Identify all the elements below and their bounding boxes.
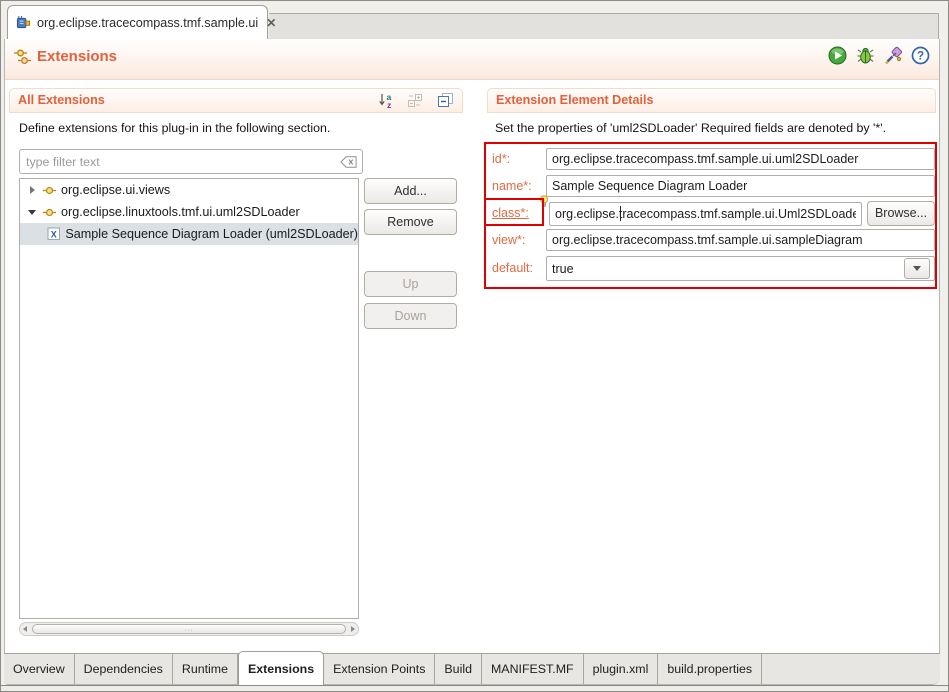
window-bottom-strip: [1, 686, 949, 692]
section-title: All Extensions: [10, 89, 105, 112]
svg-text:?: ?: [917, 51, 924, 63]
down-button[interactable]: Down: [364, 303, 457, 329]
name-field[interactable]: [546, 175, 935, 197]
extension-point-icon: [42, 205, 57, 220]
default-combo[interactable]: [546, 256, 935, 281]
class-field[interactable]: [549, 202, 862, 226]
editor-tab-title: org.eclipse.tracecompass.tmf.sample.ui: [37, 16, 258, 30]
page-title: Extensions: [37, 48, 117, 65]
scroll-right-icon[interactable]: [348, 626, 358, 632]
svg-text:z: z: [387, 100, 391, 109]
tree-item-label: org.eclipse.linuxtools.tmf.ui.uml2SDLoad…: [61, 205, 300, 219]
tab-extensions[interactable]: Extensions: [238, 651, 324, 685]
scroll-left-icon[interactable]: [20, 626, 30, 632]
tree-horizontal-scrollbar[interactable]: ∙∙∙: [19, 622, 359, 636]
extension-point-icon: [42, 183, 57, 198]
editor-tab-plugin-manifest[interactable]: org.eclipse.tracecompass.tmf.sample.ui ✕: [7, 5, 268, 39]
form-header: [5, 39, 939, 80]
scrollbar-thumb[interactable]: ∙∙∙: [32, 624, 346, 634]
svg-text:X: X: [51, 230, 57, 240]
tree-item-sample-sequence-diagram-loader[interactable]: X Sample Sequence Diagram Loader (uml2SD…: [20, 223, 358, 245]
tree-item-uml2sdloader-extension[interactable]: org.eclipse.linuxtools.tmf.ui.uml2SDLoad…: [20, 201, 358, 223]
class-label-link[interactable]: class*:: [492, 206, 529, 220]
tab-build-properties[interactable]: build.properties: [658, 654, 762, 684]
filter-input[interactable]: [20, 155, 339, 169]
clear-filter-icon[interactable]: [339, 155, 358, 169]
name-label: name*:: [492, 179, 532, 193]
editor-tabstrip: [269, 13, 939, 39]
default-label: default:: [492, 261, 533, 275]
view-label: view*:: [492, 233, 525, 247]
tab-manifest-mf[interactable]: MANIFEST.MF: [482, 654, 584, 684]
close-icon[interactable]: ✕: [266, 17, 276, 29]
editor-page-tabbar: Overview Dependencies Runtime Extensions…: [4, 653, 940, 684]
add-button[interactable]: Add...: [364, 178, 457, 204]
help-icon[interactable]: ?: [911, 46, 931, 66]
expand-arrow-icon[interactable]: [24, 186, 40, 194]
toggle-expand-icon[interactable]: [406, 92, 426, 110]
content-assist-lightbulb-icon: [539, 195, 549, 213]
up-button[interactable]: Up: [364, 271, 457, 297]
extensions-icon: [13, 47, 33, 71]
tab-plugin-xml[interactable]: plugin.xml: [584, 654, 659, 684]
remove-button[interactable]: Remove: [364, 209, 457, 235]
tab-runtime[interactable]: Runtime: [173, 654, 238, 684]
xml-element-icon: X: [47, 227, 61, 241]
extensions-tree[interactable]: org.eclipse.ui.views org.eclipse.linuxto…: [19, 178, 359, 619]
text-cursor: [620, 206, 621, 221]
tree-item-org-eclipse-ui-views[interactable]: org.eclipse.ui.views: [20, 179, 358, 201]
plugin-icon: [16, 15, 31, 30]
id-label: id*:: [492, 152, 510, 166]
tab-overview[interactable]: Overview: [4, 654, 75, 684]
run-icon[interactable]: [828, 46, 848, 66]
combo-dropdown-icon[interactable]: [904, 258, 930, 279]
sort-icon[interactable]: a z: [378, 92, 398, 110]
tree-item-label: org.eclipse.ui.views: [61, 183, 170, 197]
section-extension-element-details: Extension Element Details: [487, 88, 936, 113]
eclipse-plugin-editor-window: org.eclipse.tracecompass.tmf.sample.ui ✕…: [0, 0, 949, 692]
id-field[interactable]: [546, 148, 935, 170]
tree-item-label: Sample Sequence Diagram Loader (uml2SDLo…: [65, 227, 358, 241]
filter-field: [19, 149, 363, 174]
section-all-extensions: All Extensions a z: [9, 88, 463, 113]
tab-build[interactable]: Build: [435, 654, 482, 684]
debug-icon[interactable]: [856, 46, 876, 66]
tab-extension-points[interactable]: Extension Points: [324, 654, 435, 684]
collapse-arrow-icon[interactable]: [24, 210, 40, 215]
section-title: Extension Element Details: [488, 89, 653, 112]
collapse-all-icon[interactable]: [436, 92, 456, 110]
right-section-description: Set the properties of 'uml2SDLoader' Req…: [495, 121, 937, 135]
browse-button[interactable]: Browse...: [867, 201, 935, 226]
plugin-export-icon[interactable]: [884, 46, 904, 66]
tab-dependencies[interactable]: Dependencies: [75, 654, 173, 684]
view-field[interactable]: [546, 229, 935, 251]
left-section-description: Define extensions for this plug-in in th…: [19, 121, 330, 135]
